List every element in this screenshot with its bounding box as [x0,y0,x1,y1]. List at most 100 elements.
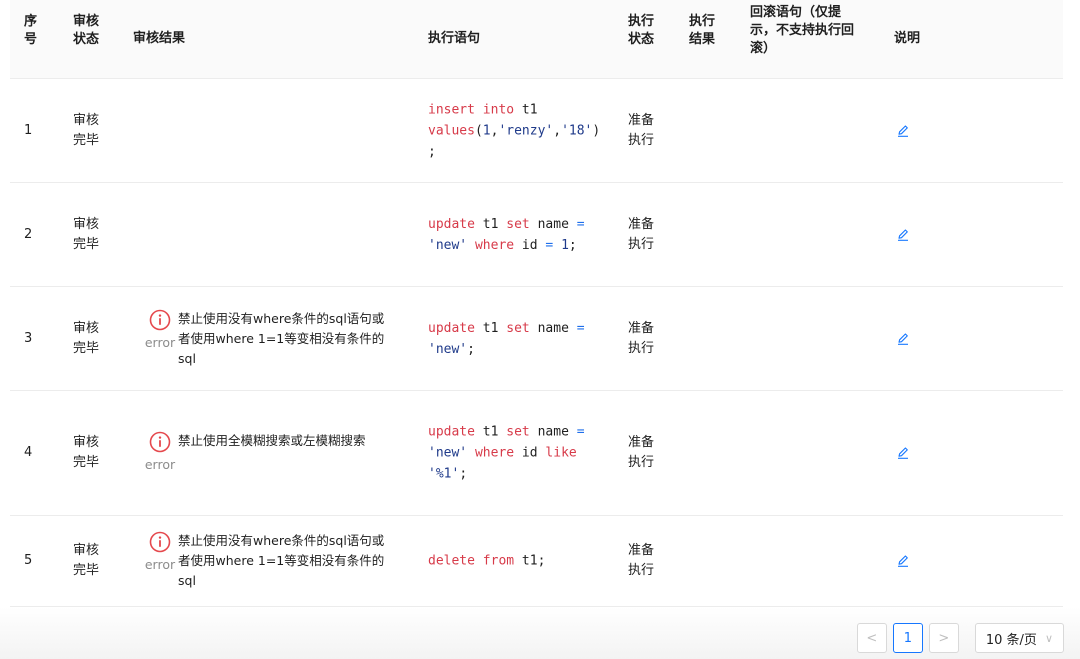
table-body: 1 审核 完毕 insert into t1 values(1,'renzy','18… [10,79,1063,607]
header-rollback-line2: 示，不支持执行回 [750,23,855,38]
audit-status-line: 审核 [73,112,100,128]
header-audit-result: 审核结果 [133,31,186,46]
page-1-button[interactable]: 1 [892,623,923,653]
error-level-label: error [144,334,176,350]
error-level-label: error [144,457,176,472]
audit-result-icon-col: error [142,309,178,369]
exec-status-line: 准备 [628,112,655,128]
exclamation-circle-icon [149,431,171,453]
audit-status-line: 审核 [73,216,100,232]
audit-result: error 禁止使用全模糊搜索或左模糊搜索 [142,431,402,475]
audit-result: error 禁止使用没有where条件的sql语句或者使用where 1=1等变相… [142,531,402,591]
sql-token: update [428,320,475,336]
sql-token: insert [428,102,475,117]
page-size-select[interactable]: 10 条/页 ∨ [974,623,1064,653]
exec-status: 准备 执行 [628,319,660,359]
exec-status-line: 执行 [628,132,655,148]
edit-description-button[interactable] [896,124,910,138]
audit-status-line: 完毕 [73,132,100,148]
sql-token: name [529,216,577,232]
audit-result-icon-col: error [142,531,178,591]
audit-status: 审核 完毕 [73,215,105,255]
exec-status-line: 准备 [628,320,655,336]
exclamation-circle-icon [149,531,171,553]
sql-statement: update t1 set name = 'new'; [428,318,608,360]
exec-status-line: 执行 [628,340,655,356]
exec-status-line: 执行 [628,236,655,252]
audit-status-line: 审核 [73,435,100,450]
sql-token: ; [467,341,475,357]
sql-token: 'new' [428,237,468,253]
edit-pencil-icon[interactable] [896,554,910,568]
sql-token: t1 [474,320,507,336]
header-description: 说明 [894,31,921,46]
sql-token: name [529,320,577,336]
edit-description-button[interactable] [896,332,910,346]
edit-pencil-icon[interactable] [896,446,910,460]
header-rollback: 回滚语句（仅提 示，不支持执行回 滚） [750,4,870,58]
sql-token: update [428,216,475,232]
exec-status: 准备 执行 [628,541,660,581]
sql-token: t1 [521,102,538,117]
prev-page-button[interactable]: < [856,623,887,653]
audit-table: 序 号 审核 状态 审核结果 执行语句 执行 状态 执行 结果 回滚语句（仅提 … [10,0,1063,607]
sql-token: ( [474,123,483,138]
sql-token: t1; [514,553,546,569]
exec-status-line: 执行 [628,563,655,578]
sql-token: id [514,237,546,253]
sql-token: , [553,123,562,138]
table-row: 4 审核 完毕 error 禁止使用全模糊搜索或左模糊搜索 update t1 set n… [10,391,1063,516]
edit-description-button[interactable] [896,228,910,242]
audit-status: 审核 完毕 [73,111,105,151]
audit-result-message: 禁止使用全模糊搜索或左模糊搜索 [178,433,366,448]
header-rollback-line3: 滚） [750,41,777,56]
edit-description-button[interactable] [896,554,910,568]
sql-statement: insert into t1 values(1,'renzy','18') ; [428,99,608,162]
page-size-label: 10 条/页 [985,632,1037,648]
sql-token: = [576,216,585,232]
sql-token: where [474,237,515,253]
edit-pencil-icon[interactable] [896,124,910,138]
sql-token: like [545,445,577,461]
header-seq-line2: 号 [24,32,38,47]
sql-statement: delete from t1; [428,551,608,572]
audit-status-line: 完毕 [73,563,100,578]
exec-status-line: 准备 [628,435,655,450]
edit-pencil-icon[interactable] [896,228,910,242]
header-exec-status-line1: 执行 [628,14,655,29]
exclamation-circle-icon [149,309,171,330]
sql-token: into [482,102,515,117]
sql-statement: update t1 set name = 'new' where id = 1; [428,214,608,256]
sql-token: '%1' [428,466,460,482]
header-exec-result-line2: 结果 [689,32,716,47]
header-audit-status-line1: 审核 [73,14,100,29]
exec-status-line: 准备 [628,543,655,558]
exec-status-line: 准备 [628,216,655,232]
sql-token: set [506,424,530,440]
audit-result-icon-col: error [142,431,178,475]
sql-token: id [514,445,546,461]
header-seq: 序 号 [24,13,38,49]
sql-token: t1 [474,216,507,232]
sql-token: name [529,424,577,440]
edit-description-button[interactable] [896,446,910,460]
edit-pencil-icon[interactable] [896,332,910,346]
sql-token: '18' [561,123,593,138]
header-seq-line1: 序 [24,14,38,29]
table-header: 序 号 审核 状态 审核结果 执行语句 执行 状态 执行 结果 回滚语句（仅提 … [10,0,1063,79]
next-page-button[interactable]: > [928,623,959,653]
sql-token: values [428,123,475,138]
header-exec-result: 执行 结果 [689,13,715,49]
audit-status-line: 完毕 [73,455,100,470]
sql-token: ; [568,237,577,253]
row-index: 2 [24,226,33,242]
row-index: 5 [24,553,33,568]
audit-status: 审核 完毕 [73,319,105,359]
sql-token: from [482,553,515,569]
exec-status: 准备 执行 [628,111,660,151]
sql-token: 'renzy' [498,123,554,138]
audit-result-message: 禁止使用没有where条件的sql语句或者使用where 1=1等变相没有条件的… [178,310,385,366]
